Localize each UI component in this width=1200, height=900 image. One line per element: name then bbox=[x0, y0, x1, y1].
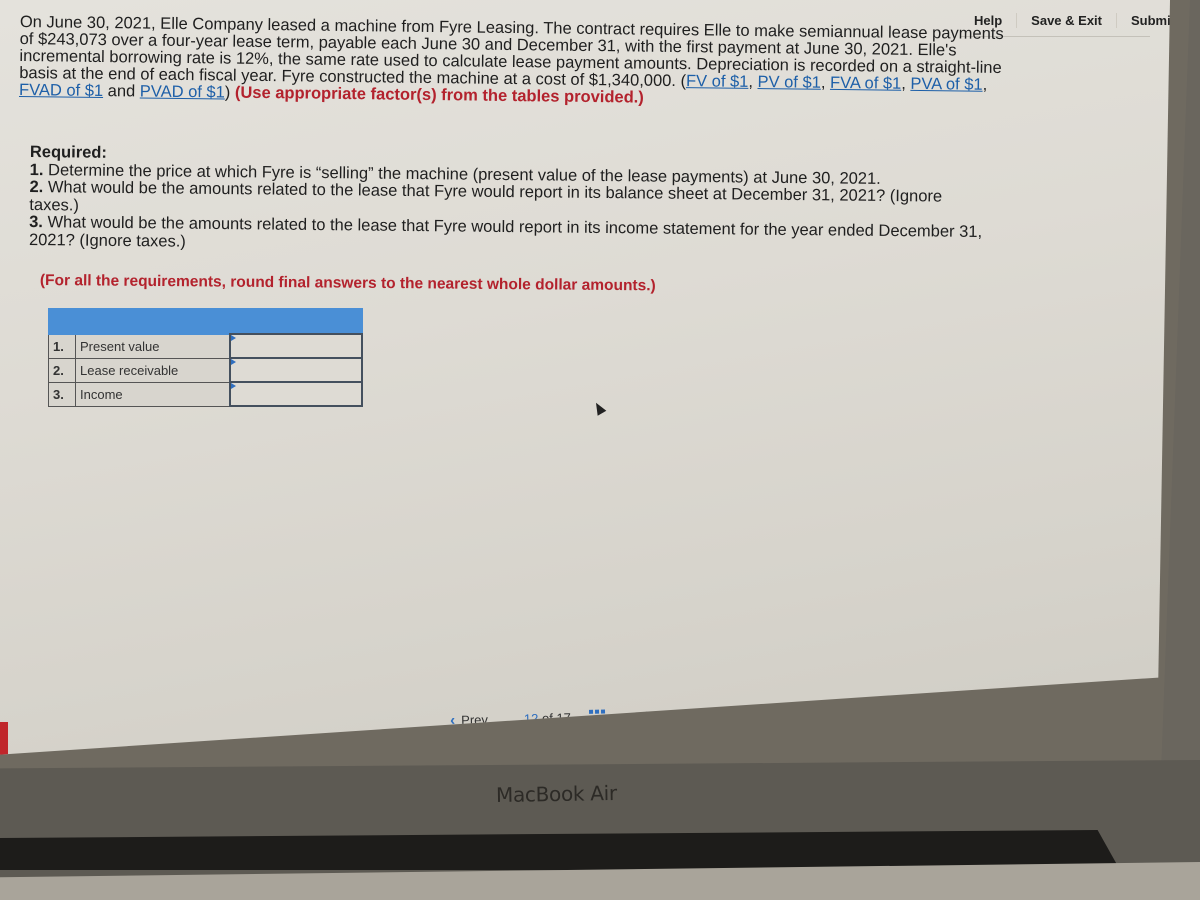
next-label: Next bbox=[644, 707, 672, 724]
factor-instruction: (Use appropriate factor(s) from the tabl… bbox=[234, 83, 644, 107]
table-row: 2. Lease receivable bbox=[48, 357, 363, 383]
separator: and bbox=[103, 82, 140, 101]
requirement-number: 3. bbox=[29, 212, 44, 232]
chevron-left-icon: ‹ bbox=[450, 711, 456, 729]
income-input[interactable] bbox=[235, 385, 361, 403]
row-label: Present value bbox=[75, 333, 231, 359]
mouse-cursor-icon bbox=[591, 400, 607, 416]
laptop-brand-label: MacBook Air bbox=[495, 780, 618, 808]
present-value-cell bbox=[229, 333, 363, 359]
total-pages: 17 bbox=[556, 710, 572, 726]
fvad-table-link[interactable]: FVAD of $1 bbox=[19, 81, 103, 100]
screen: Help Save & Exit Submit On June 30, 2021… bbox=[0, 0, 1170, 755]
table-row: 3. Income bbox=[48, 381, 363, 407]
pva-table-link[interactable]: PVA of $1 bbox=[910, 75, 982, 94]
chevron-right-icon: › bbox=[677, 706, 683, 724]
prev-label: Prev bbox=[461, 712, 489, 728]
row-label: Income bbox=[75, 381, 231, 407]
present-value-input[interactable] bbox=[235, 337, 361, 355]
row-number: 2. bbox=[48, 357, 76, 383]
problem-statement: On June 30, 2021, Elle Company leased a … bbox=[19, 13, 1010, 111]
lease-receivable-cell bbox=[229, 357, 363, 383]
separator: , bbox=[982, 75, 988, 94]
prev-button[interactable]: ‹ Prev bbox=[450, 711, 488, 729]
page-counter: 12 of 17 bbox=[524, 710, 571, 726]
requirement-number: 2. bbox=[29, 177, 44, 197]
table-header-row bbox=[48, 308, 363, 335]
row-number: 3. bbox=[48, 381, 76, 407]
requirement-item: 3. What would be the amounts related to … bbox=[29, 212, 989, 259]
side-tab[interactable] bbox=[0, 722, 8, 755]
of-label: of bbox=[541, 710, 554, 726]
income-cell bbox=[229, 381, 363, 407]
lease-receivable-input[interactable] bbox=[235, 361, 361, 379]
grid-icon[interactable] bbox=[588, 708, 606, 726]
table-header-cell bbox=[229, 308, 363, 335]
fv-table-link[interactable]: FV of $1 bbox=[686, 72, 749, 91]
current-page: 12 bbox=[523, 710, 539, 727]
requirement-number: 1. bbox=[29, 160, 44, 179]
pvad-table-link[interactable]: PVAD of $1 bbox=[140, 82, 225, 101]
rounding-note: (For all the requirements, round final a… bbox=[39, 272, 656, 295]
save-exit-button[interactable]: Save & Exit bbox=[1016, 12, 1116, 28]
row-label: Lease receivable bbox=[75, 357, 231, 383]
row-number: 1. bbox=[48, 333, 76, 359]
pv-table-link[interactable]: PV of $1 bbox=[757, 73, 821, 92]
separator: , bbox=[820, 73, 831, 92]
pagination: ‹ Prev 12 of 17 Next › bbox=[450, 707, 683, 729]
fva-table-link[interactable]: FVA of $1 bbox=[830, 74, 901, 93]
next-button[interactable]: Next › bbox=[645, 707, 683, 725]
separator: ) bbox=[224, 83, 236, 102]
submit-button[interactable]: Submit bbox=[1116, 12, 1170, 28]
table-row: 1. Present value bbox=[48, 333, 363, 359]
answer-table: 1. Present value 2. Lease receivable 3. … bbox=[48, 308, 363, 407]
table-header-cell bbox=[48, 308, 231, 335]
required-section: Required: 1. Determine the price at whic… bbox=[29, 143, 990, 259]
